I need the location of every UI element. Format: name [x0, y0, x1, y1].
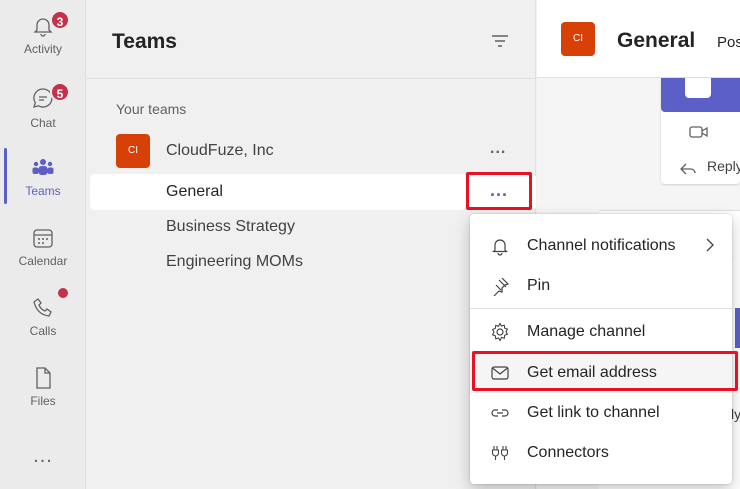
menu-label: Manage channel: [527, 323, 646, 340]
tab-posts[interactable]: Pos: [717, 34, 740, 51]
menu-item-manage-channel[interactable]: Manage channel: [470, 312, 732, 352]
channel-engineering-moms[interactable]: Engineering MOMs: [166, 253, 303, 271]
teams-panel: Teams Your teams CI CloudFuze, Inc ... G…: [86, 0, 536, 489]
message-card: Reply: [661, 78, 740, 184]
reply-button[interactable]: Reply: [707, 158, 740, 174]
highlight-box: [472, 351, 738, 391]
rail-item-files[interactable]: Files: [0, 354, 86, 416]
file-icon: [36, 367, 51, 389]
calls-notification-dot: [58, 288, 68, 298]
rail-label-calls: Calls: [29, 324, 57, 338]
app-icon: [685, 78, 711, 98]
rail-item-calls[interactable]: Calls: [0, 284, 86, 346]
peek-accent-bar: [735, 308, 740, 348]
connector-icon: [491, 446, 509, 460]
team-row[interactable]: CI CloudFuze, Inc ...: [116, 134, 516, 168]
team-avatar: CI: [116, 134, 150, 168]
channel-header: CI General Pos: [537, 0, 740, 78]
peek-text-3: ly: [731, 406, 740, 422]
rail-label-teams: Teams: [25, 184, 61, 198]
menu-separator: [470, 308, 732, 309]
chat-badge: 5: [50, 82, 70, 102]
rail-label-activity: Activity: [23, 42, 62, 56]
activity-badge: 3: [50, 10, 70, 30]
chevron-right-icon: [706, 238, 714, 252]
filter-icon[interactable]: [490, 32, 510, 50]
rail-label-calendar: Calendar: [18, 254, 68, 268]
rail-item-calendar[interactable]: Calendar: [0, 214, 86, 276]
card-header: [661, 78, 740, 112]
link-icon: [491, 409, 509, 417]
more-apps-button[interactable]: ...: [0, 445, 86, 468]
pin-icon: [493, 277, 510, 296]
menu-item-get-link-to-channel[interactable]: Get link to channel: [470, 393, 732, 433]
channel-business-strategy[interactable]: Business Strategy: [166, 218, 295, 236]
gear-icon: [491, 322, 509, 342]
panel-title: Teams: [112, 30, 177, 53]
reply-icon: [680, 163, 696, 175]
channel-general[interactable]: General: [166, 183, 223, 201]
menu-item-connectors[interactable]: Connectors: [470, 433, 732, 473]
bell-icon: [492, 239, 508, 256]
section-label: Your teams: [116, 101, 187, 117]
rail-item-chat[interactable]: 5 Chat: [0, 74, 86, 136]
teams-icon: [32, 159, 54, 175]
channel-more-options-button[interactable]: ...: [466, 172, 532, 210]
menu-label: Channel notifications: [527, 237, 676, 254]
menu-label: Get link to channel: [527, 404, 660, 421]
video-icon[interactable]: [689, 124, 709, 140]
phone-icon: [33, 298, 52, 317]
rail-item-activity[interactable]: 3 Activity: [0, 2, 86, 64]
menu-label: Pin: [527, 277, 551, 294]
rail-item-teams[interactable]: Teams: [0, 144, 86, 206]
channel-avatar: CI: [561, 22, 595, 56]
more-options-icon: ...: [489, 180, 508, 200]
menu-item-pin[interactable]: Pin: [470, 266, 732, 306]
menu-label: Connectors: [527, 444, 609, 461]
team-name: CloudFuze, Inc: [166, 142, 274, 159]
rail-label-files: Files: [30, 394, 56, 408]
rail-label-chat: Chat: [30, 116, 56, 130]
panel-divider: [86, 78, 536, 79]
calendar-icon: [33, 229, 53, 248]
channel-title: General: [617, 29, 696, 52]
app-rail: 3 Activity 5 Chat Teams Calendar Calls F…: [0, 0, 86, 489]
channel-context-menu: Channel notifications Pin Manage channel…: [470, 214, 732, 484]
menu-item-channel-notifications[interactable]: Channel notifications: [470, 226, 732, 266]
team-more-options-button[interactable]: ...: [490, 140, 506, 158]
